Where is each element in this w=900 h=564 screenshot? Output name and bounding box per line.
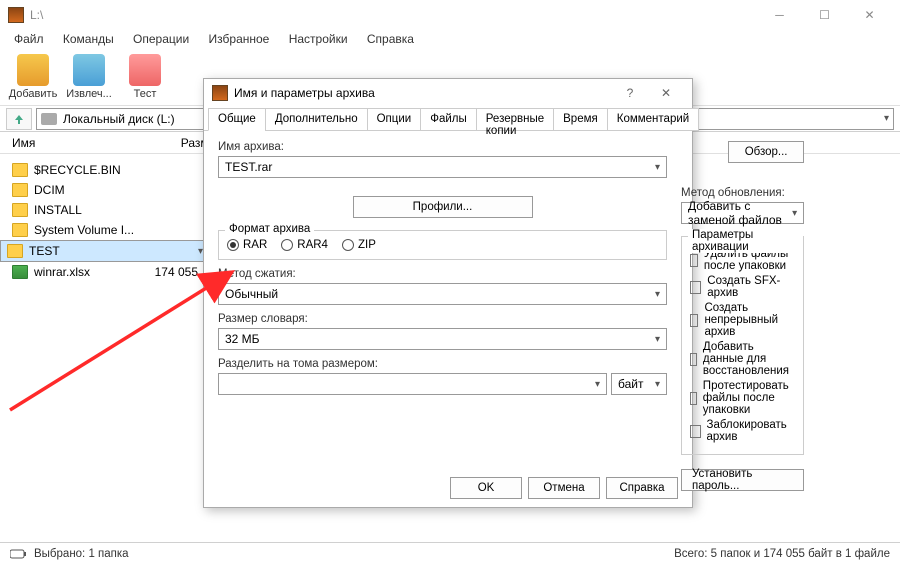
chk-recovery[interactable]: Добавить данные для восстановления bbox=[690, 341, 795, 377]
window-titlebar: L:\ ─ ☐ ✕ bbox=[0, 0, 900, 30]
split-size-input[interactable] bbox=[218, 373, 607, 395]
folder-icon bbox=[7, 244, 23, 258]
radio-icon bbox=[342, 239, 354, 251]
window-title: L:\ bbox=[30, 8, 757, 22]
radio-rar[interactable]: RAR bbox=[227, 239, 267, 251]
dialog-help-button[interactable]: ? bbox=[612, 79, 648, 107]
chk-solid[interactable]: Создать непрерывный архив bbox=[690, 302, 795, 338]
compression-select[interactable]: Обычный bbox=[218, 283, 667, 305]
list-item[interactable]: winrar.xlsx174 055 bbox=[0, 262, 210, 282]
tab-comment[interactable]: Комментарий bbox=[607, 108, 699, 131]
dict-select[interactable]: 32 МБ bbox=[218, 328, 667, 350]
checkbox-icon bbox=[690, 254, 698, 267]
menu-settings[interactable]: Настройки bbox=[281, 30, 356, 48]
folder-icon bbox=[12, 223, 28, 237]
tab-backup[interactable]: Резервные копии bbox=[476, 108, 554, 131]
chk-test[interactable]: Протестировать файлы после упаковки bbox=[690, 380, 795, 416]
toolbar-extract[interactable]: Извлеч... bbox=[62, 52, 116, 102]
radio-rar4[interactable]: RAR4 bbox=[281, 239, 328, 251]
status-total: Всего: 5 папок и 174 055 байт в 1 файле bbox=[674, 548, 890, 560]
dict-label: Размер словаря: bbox=[218, 313, 667, 325]
tab-time[interactable]: Время bbox=[553, 108, 608, 131]
dialog-title: Имя и параметры архива bbox=[234, 86, 612, 100]
list-item[interactable]: INSTALL bbox=[0, 200, 210, 220]
chk-sfx[interactable]: Создать SFX-архив bbox=[690, 275, 795, 299]
maximize-button[interactable]: ☐ bbox=[802, 0, 847, 30]
profiles-button[interactable]: Профили... bbox=[353, 196, 533, 218]
params-label: Параметры архивации bbox=[688, 229, 803, 253]
checkbox-icon bbox=[690, 353, 697, 366]
checkbox-icon bbox=[690, 425, 701, 438]
chevron-down-icon: ▾ bbox=[884, 113, 889, 124]
toolbar-test[interactable]: Тест bbox=[118, 52, 172, 102]
radio-zip[interactable]: ZIP bbox=[342, 239, 376, 251]
list-item-selected[interactable]: TEST bbox=[0, 240, 210, 262]
close-button[interactable]: ✕ bbox=[847, 0, 892, 30]
menu-bar: Файл Команды Операции Избранное Настройк… bbox=[0, 30, 900, 50]
xlsx-icon bbox=[12, 265, 28, 279]
minimize-button[interactable]: ─ bbox=[757, 0, 802, 30]
cancel-button[interactable]: Отмена bbox=[528, 477, 600, 499]
radio-icon bbox=[281, 239, 293, 251]
radio-icon bbox=[227, 239, 239, 251]
checkbox-icon bbox=[690, 314, 698, 327]
dialog-tabs: Общие Дополнительно Опции Файлы Резервны… bbox=[204, 107, 692, 131]
help-button[interactable]: Справка bbox=[606, 477, 678, 499]
update-method-select[interactable]: Добавить с заменой файлов bbox=[681, 202, 804, 224]
update-method-label: Метод обновления: bbox=[681, 187, 804, 199]
up-button[interactable] bbox=[6, 108, 32, 130]
tab-files[interactable]: Файлы bbox=[420, 108, 477, 131]
dialog-titlebar: Имя и параметры архива ? ✕ bbox=[204, 79, 692, 107]
split-label: Разделить на тома размером: bbox=[218, 358, 667, 370]
status-bar: Выбрано: 1 папка Всего: 5 папок и 174 05… bbox=[0, 542, 900, 564]
disk-icon bbox=[41, 113, 57, 125]
menu-help[interactable]: Справка bbox=[359, 30, 422, 48]
status-selected: Выбрано: 1 папка bbox=[34, 548, 129, 560]
tab-options[interactable]: Опции bbox=[367, 108, 422, 131]
status-icon bbox=[10, 548, 28, 560]
menu-commands[interactable]: Команды bbox=[55, 30, 122, 48]
checkbox-icon bbox=[690, 281, 701, 294]
archive-name-label: Имя архива: bbox=[218, 141, 284, 153]
menu-favorites[interactable]: Избранное bbox=[201, 30, 278, 48]
split-unit-select[interactable]: байт bbox=[611, 373, 667, 395]
tab-advanced[interactable]: Дополнительно bbox=[265, 108, 368, 131]
col-name[interactable]: Имя bbox=[12, 136, 162, 150]
list-item[interactable]: $RECYCLE.BIN bbox=[0, 160, 210, 180]
archive-dialog: Имя и параметры архива ? ✕ Общие Дополни… bbox=[203, 78, 693, 508]
up-arrow-icon bbox=[12, 112, 26, 126]
tab-general[interactable]: Общие bbox=[208, 108, 266, 131]
menu-file[interactable]: Файл bbox=[6, 30, 52, 48]
list-item[interactable]: DCIM bbox=[0, 180, 210, 200]
compression-label: Метод сжатия: bbox=[218, 268, 667, 280]
dialog-close-button[interactable]: ✕ bbox=[648, 79, 684, 107]
chk-lock[interactable]: Заблокировать архив bbox=[690, 419, 795, 443]
ok-button[interactable]: OK bbox=[450, 477, 522, 499]
menu-operations[interactable]: Операции bbox=[125, 30, 197, 48]
folder-icon bbox=[12, 203, 28, 217]
dialog-footer: OK Отмена Справка bbox=[450, 477, 678, 499]
dialog-icon bbox=[212, 85, 228, 101]
list-item[interactable]: System Volume I... bbox=[0, 220, 210, 240]
params-group: Параметры архивации Удалить файлы после … bbox=[681, 236, 804, 455]
app-icon bbox=[8, 7, 24, 23]
archive-name-input[interactable]: TEST.rar bbox=[218, 156, 667, 178]
file-list: $RECYCLE.BIN DCIM INSTALL System Volume … bbox=[0, 160, 210, 282]
folder-icon bbox=[12, 183, 28, 197]
set-password-button[interactable]: Установить пароль... bbox=[681, 469, 804, 491]
folder-icon bbox=[12, 163, 28, 177]
checkbox-icon bbox=[690, 392, 697, 405]
format-label: Формат архива bbox=[225, 223, 314, 235]
address-text: Локальный диск (L:) bbox=[63, 112, 175, 126]
format-group: Формат архива RAR RAR4 ZIP bbox=[218, 230, 667, 260]
toolbar-add[interactable]: Добавить bbox=[6, 52, 60, 102]
browse-button[interactable]: Обзор... bbox=[728, 141, 804, 163]
